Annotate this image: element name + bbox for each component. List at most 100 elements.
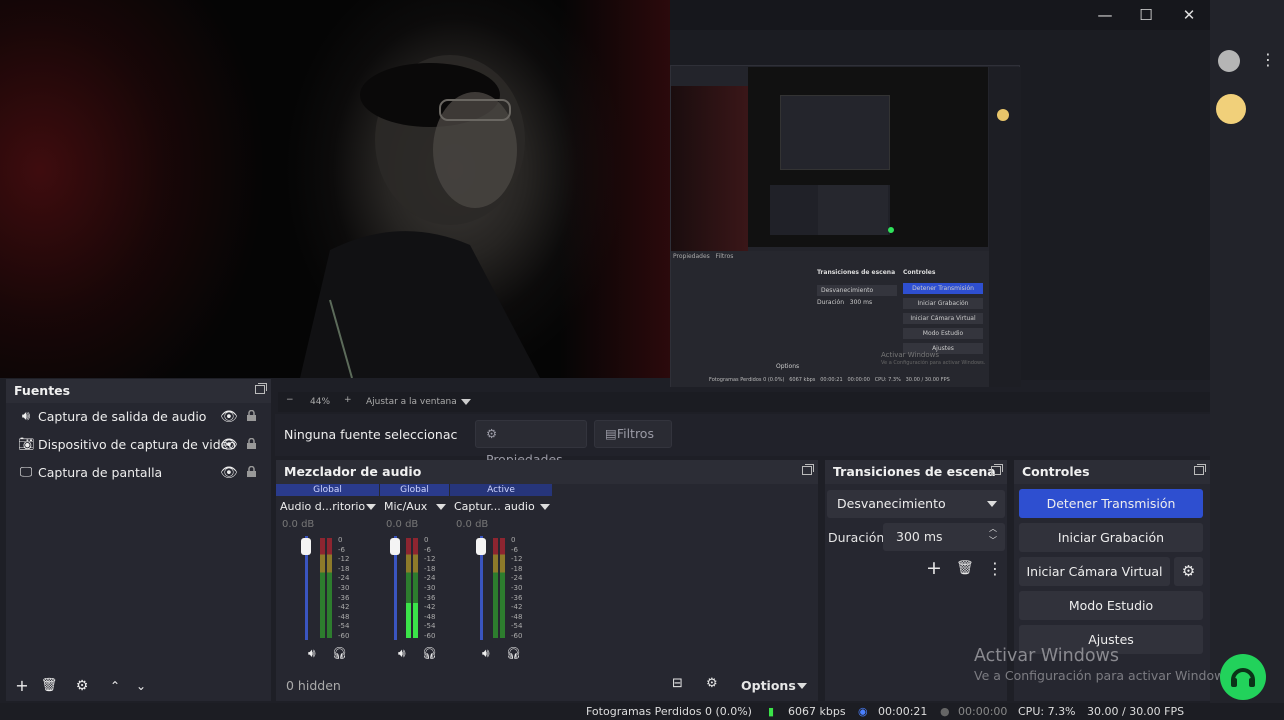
emoji-avatar[interactable]	[1216, 94, 1246, 124]
meter-scale: 0 -6 -12 -18 -24 -30 -36 -42 -48 -54 -60	[338, 536, 354, 642]
speaker-icon[interactable]: 🔊︎	[308, 646, 316, 661]
undock-icon[interactable]	[255, 383, 267, 394]
chevron-down-icon[interactable]	[540, 504, 550, 510]
maximize-button[interactable]: ☐	[1131, 5, 1161, 25]
studio-mode-button[interactable]: Modo Estudio	[1019, 591, 1203, 620]
activation-watermark: Activar Windows Ve a Configuración para …	[974, 646, 1235, 683]
chevron-down-icon[interactable]	[366, 504, 376, 510]
headset-fab[interactable]	[1220, 654, 1266, 700]
speaker-icon: 🔊︎	[21, 409, 31, 424]
mixer-header: Mezclador de audio	[276, 460, 818, 484]
meter-tick: -18	[511, 564, 523, 573]
gear-icon[interactable]: ⚙	[71, 675, 93, 697]
meter-tick: -36	[424, 593, 436, 602]
trash-icon[interactable]: 🗑︎	[956, 560, 974, 576]
move-up-icon[interactable]: ⌃	[104, 675, 126, 697]
meter-tick: -30	[424, 583, 436, 592]
zoom-dropdown-icon[interactable]	[461, 399, 471, 405]
lock-icon[interactable]	[246, 466, 257, 477]
preview-toolbar: − 44% + Ajustar a la ventana	[278, 392, 1210, 412]
headphones-icon[interactable]: 🎧︎	[506, 646, 521, 660]
meter-tick: -6	[338, 545, 345, 554]
source-item[interactable]: 🖵︎ Captura de pantalla 👁︎	[6, 459, 271, 487]
volume-slider-knob[interactable]	[476, 538, 486, 555]
trash-icon[interactable]: 🗑︎	[38, 675, 60, 697]
meter-tick: -54	[338, 622, 350, 631]
meter-tick: -36	[511, 593, 523, 602]
lock-icon[interactable]	[246, 410, 257, 421]
stop-stream-button[interactable]: Detener Transmisión	[1019, 489, 1203, 518]
record-icon: ●	[940, 705, 950, 718]
zoom-in-button[interactable]: +	[344, 395, 352, 405]
properties-button[interactable]: ⚙ Propiedades	[475, 420, 587, 467]
more-vert-icon[interactable]: ⋮	[987, 559, 1003, 578]
undock-icon[interactable]	[802, 464, 814, 475]
level-meter	[320, 538, 325, 638]
nested-canvas	[748, 67, 988, 247]
channel-tag: Global	[380, 484, 449, 496]
speaker-icon[interactable]: 🔊︎	[482, 646, 490, 661]
volume-slider-knob[interactable]	[301, 538, 311, 555]
undock-icon[interactable]	[991, 464, 1003, 475]
chevron-down-icon[interactable]	[797, 683, 807, 689]
fps: 30.00 / 30.00 FPS	[1087, 705, 1185, 718]
channel-name[interactable]: Mic/Aux	[384, 500, 427, 513]
zoom-out-button[interactable]: −	[286, 395, 294, 405]
speaker-icon[interactable]: 🔊︎	[398, 646, 406, 661]
meter-tick: -48	[424, 612, 436, 621]
duration-input[interactable]: 300 ms ︿ ﹀	[883, 523, 1005, 551]
close-button[interactable]: ✕	[1174, 5, 1204, 25]
add-source-button[interactable]: +	[11, 675, 33, 697]
start-virtual-camera-button[interactable]: Iniciar Cámara Virtual	[1019, 557, 1170, 586]
add-transition-button[interactable]: +	[926, 557, 942, 579]
transitions-header: Transiciones de escena	[825, 460, 1007, 484]
nested-right-strip	[989, 67, 1021, 387]
channel-name[interactable]: Audio d...ritorio	[280, 500, 365, 513]
headphones-icon[interactable]: 🎧︎	[422, 646, 437, 660]
profile-avatar[interactable]	[1218, 50, 1240, 72]
headphones-icon[interactable]: 🎧︎	[332, 646, 347, 660]
stepper-icon[interactable]: ︿ ﹀	[989, 523, 997, 547]
meter-tick: -48	[338, 612, 350, 621]
meter-tick: -42	[338, 603, 350, 612]
advanced-audio-icon[interactable]: ⚙	[706, 676, 718, 691]
start-recording-button[interactable]: Iniciar Grabación	[1019, 523, 1203, 552]
nested-webcam	[671, 86, 748, 251]
meter-tick: -12	[424, 555, 436, 564]
meter-tick: 0	[511, 536, 516, 544]
meter-tick: -60	[511, 631, 523, 640]
source-item[interactable]: 📷︎ Dispositivo de captura de video 👁︎	[6, 431, 271, 459]
fit-window-label[interactable]: Ajustar a la ventana	[366, 397, 457, 407]
chevron-down-icon	[987, 501, 997, 507]
duration-label: Duración	[828, 530, 885, 545]
minimize-button[interactable]: —	[1090, 5, 1120, 25]
eye-icon[interactable]: 👁︎	[220, 431, 238, 459]
source-item[interactable]: 🔊︎ Captura de salida de audio 👁︎	[6, 403, 271, 431]
meter-tick: -6	[424, 545, 431, 554]
more-vert-icon[interactable]: ⋮	[1260, 50, 1276, 69]
channel-tag: Global	[276, 484, 379, 496]
gear-icon[interactable]: ⚙	[1174, 557, 1203, 586]
move-down-icon[interactable]: ⌄	[130, 675, 152, 697]
monitor-icon: 🖵︎	[19, 465, 33, 480]
nested-preview: Propiedades Filtros Transiciones de esce…	[670, 65, 1021, 387]
channel-name[interactable]: Captur... audio	[454, 500, 535, 513]
meter-tick: -24	[338, 574, 350, 583]
record-time: 00:00:00	[958, 705, 1008, 718]
meter-scale: 0 -6 -12 -18 -24 -30 -36 -42 -48 -54 -60	[511, 536, 527, 642]
lock-icon[interactable]	[246, 438, 257, 449]
layout-icon[interactable]: ⊟	[672, 676, 683, 691]
chevron-down-icon[interactable]	[436, 504, 446, 510]
volume-slider-knob[interactable]	[390, 538, 400, 555]
eye-icon[interactable]: 👁︎	[220, 459, 238, 487]
undock-icon[interactable]	[1194, 464, 1206, 475]
filters-button[interactable]: ▤Filtros	[594, 420, 672, 448]
meter-tick: -24	[511, 574, 523, 583]
controls-header: Controles	[1014, 460, 1210, 484]
camera-icon: 📷︎	[18, 437, 35, 452]
options-button[interactable]: Options	[741, 678, 796, 693]
transition-select[interactable]: Desvanecimiento	[827, 490, 1005, 518]
status-bar: Fotogramas Perdidos 0 (0.0%) ▮ 6067 kbps…	[0, 703, 1284, 720]
meter-tick: -42	[511, 603, 523, 612]
eye-icon[interactable]: 👁︎	[220, 403, 238, 431]
